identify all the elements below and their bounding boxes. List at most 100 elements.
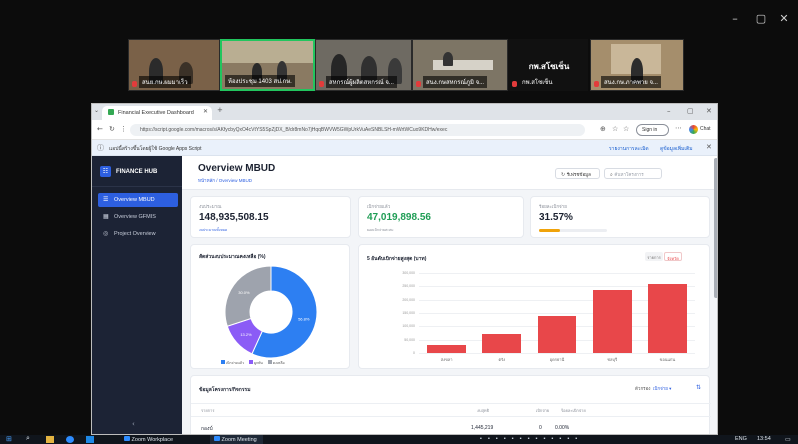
bar[interactable] — [482, 333, 522, 353]
bookmarks-icon[interactable]: ☆ — [623, 125, 629, 133]
participant-tile[interactable]: สหกรณ์ผู้ผลิตสหกรณ์ จ... — [315, 39, 412, 91]
target-icon: ◎ — [103, 230, 109, 237]
report-abuse-link[interactable]: รายงานการละเมิด — [609, 145, 649, 153]
search-input[interactable]: ⌕ ค้นหาโครงการ — [604, 168, 662, 179]
back-icon[interactable]: ← — [97, 125, 103, 133]
signin-label: Sign in — [642, 127, 658, 133]
reload-icon[interactable]: ↻ — [109, 125, 115, 133]
kpi-card-disbursed: เบิกจ่ายแล้ว 47,019,898.56 ยอดเบิกจ่ายสะ… — [358, 196, 524, 238]
bookmark-star-icon[interactable]: ☆ — [612, 125, 618, 133]
legend-swatch — [221, 360, 225, 364]
progress-track — [539, 229, 607, 232]
bar[interactable] — [427, 345, 466, 353]
column-header[interactable]: เบิกจ่าย — [536, 407, 549, 414]
participant-name: สนย.กษ.ผมมาเร็ว — [139, 76, 191, 88]
taskbar-app-label: Zoom Meeting — [221, 437, 257, 443]
search-taskbar-icon[interactable]: ⌕ — [26, 435, 30, 443]
file-explorer-icon[interactable] — [46, 436, 54, 443]
more-menu-icon[interactable]: ⋯ — [675, 124, 682, 132]
clock[interactable]: 13:54 — [757, 436, 771, 444]
x-tick-label: ตรัง — [498, 357, 506, 362]
start-icon[interactable]: ⊞ — [6, 435, 12, 443]
sidebar-item-overview-gfmis[interactable]: ▦ Overview GFMIS — [98, 210, 178, 224]
taskbar-app-zoom-workplace[interactable]: Zoom Workplace — [124, 436, 173, 444]
donut-slice-label: 13.2% — [240, 332, 252, 337]
close-button[interactable]: ✕ — [776, 12, 792, 25]
legend-label: เบิกจ่ายแล้ว — [225, 361, 244, 365]
browser-tab[interactable]: Financial Executive Dashboard ✕ — [102, 106, 212, 120]
dismiss-banner-icon[interactable]: ✕ — [706, 143, 712, 151]
sidebar-item-overview-mbud[interactable]: ☰ Overview MBUD — [98, 193, 178, 207]
column-header[interactable]: รายการ — [201, 407, 215, 414]
x-tick-label: ชลบุรี — [607, 357, 618, 362]
donut-slice[interactable] — [224, 265, 272, 327]
participant-name: กพ.สโซเซ็น — [522, 80, 553, 86]
column-header[interactable]: งบสุทธิ — [477, 407, 489, 414]
language-indicator[interactable]: ENG — [735, 436, 747, 444]
toggle-province-button[interactable]: จังหวัด — [664, 252, 682, 261]
project-table-card: ข้อมูลโครงการ/กิจกรรม ตัวกรอง เบิกจ่าย ▾… — [190, 375, 711, 434]
participant-name-large: กพ.สโซเซ็น — [528, 62, 570, 71]
kpi-card-budget: งบประมาณ 148,935,508.15 งบประมาณทั้งหมด — [190, 196, 351, 238]
tray-icons[interactable]: ▪▪▪▪▪▪▪▪▪▪▪▪▪ — [480, 436, 583, 444]
desktop: – ▢ ✕ สนย.กษ.ผมมาเร็ว ห้องประชุม 1403 สป… — [0, 0, 798, 444]
zoom-icon[interactable]: ⊕ — [600, 125, 606, 133]
participant-tile[interactable]: สนย.กษ.ผมมาเร็ว — [128, 39, 220, 91]
kpi-sub: ยอดเบิกจ่ายสะสม — [367, 228, 394, 232]
learn-more-link[interactable]: ดูข้อมูลเพิ่มเติม — [660, 145, 693, 153]
main-content: Overview MBUD หน้าหลัก / Overview MBUD ↻… — [182, 156, 717, 434]
chat-label[interactable]: Chat — [700, 126, 711, 132]
breadcrumb[interactable]: หน้าหลัก / Overview MBUD — [198, 177, 252, 184]
table-row[interactable]: กองบ์ 1,445,219 0 0.00% — [191, 422, 711, 434]
grid-icon: ▦ — [103, 213, 109, 220]
signin-button[interactable]: Sign in — [636, 124, 669, 136]
x-tick-label: ขอนแก่น — [659, 357, 676, 362]
close-browser-icon[interactable]: ✕ — [706, 107, 712, 115]
tab-menu-icon[interactable]: ⌄ — [94, 107, 99, 114]
sidebar-item-label: Overview MBUD — [114, 197, 155, 203]
column-header[interactable]: ร้อยละเบิกจ่าย — [561, 407, 586, 414]
maximize-button[interactable]: ▢ — [753, 12, 769, 25]
participant-tile-active[interactable]: ห้องประชุม 1403 สป.กษ. — [220, 39, 315, 91]
info-text: แอปนี้สร้างขึ้นโดยผู้ใช้ Google Apps Scr… — [109, 146, 202, 152]
participant-tile-nocam[interactable]: กพ.สโซเซ็น กพ.สโซเซ็น — [508, 39, 588, 91]
brand-logo-icon: ☷ — [100, 166, 111, 177]
bar[interactable] — [537, 316, 577, 353]
participant-tile[interactable]: สนง.กษสหกรณ์ภูมิ จ... — [412, 39, 508, 91]
toggle-list-button[interactable]: รายการ — [645, 252, 663, 261]
new-tab-icon[interactable]: + — [217, 106, 223, 114]
zoom-icon — [214, 436, 220, 441]
tab-title: Financial Executive Dashboard — [118, 110, 194, 116]
participant-tile[interactable]: สนง.กษ.ภาคพาย จ... — [590, 39, 684, 91]
taskbar-app-zoom-meeting[interactable]: Zoom Meeting — [210, 435, 263, 444]
browser-window: ⌄ Financial Executive Dashboard ✕ + – ▢ … — [91, 103, 718, 435]
zoom-app-icon[interactable] — [66, 436, 74, 443]
page-title: Overview MBUD — [198, 163, 276, 174]
refresh-button[interactable]: ↻ รีเฟรชข้อมูล — [555, 168, 600, 179]
bar-plot-area: 300,000 250,000 200,000 150,000 100,000 50,00… — [393, 271, 703, 362]
bar[interactable] — [592, 290, 632, 353]
page-scrollbar[interactable] — [714, 158, 717, 298]
participant-name: สหกรณ์ผู้ผลิตสหกรณ์ จ... — [326, 76, 397, 88]
sidebar-item-project-overview[interactable]: ◎ Project Overview — [98, 227, 178, 241]
notifications-icon[interactable]: ▭ — [785, 436, 791, 444]
refresh-label: รีเฟรชข้อมูล — [566, 172, 591, 177]
maximize-browser-icon[interactable]: ▢ — [687, 107, 694, 115]
kpi-value: 148,935,508.15 — [199, 212, 269, 223]
apps-script-icon — [108, 109, 114, 115]
sort-icon[interactable]: ⇅ — [696, 384, 701, 391]
url-field[interactable]: https://script.google.com/macros/s/AKfyc… — [130, 124, 585, 136]
filter-dropdown[interactable]: เบิกจ่าย ▾ — [653, 385, 671, 392]
tab-close-icon[interactable]: ✕ — [203, 108, 208, 115]
minimize-browser-icon[interactable]: – — [667, 107, 671, 115]
taskbar-app-label: Zoom Workplace — [131, 437, 173, 443]
collapse-sidebar-icon[interactable]: ‹ — [132, 420, 135, 428]
gemini-icon[interactable] — [689, 125, 698, 134]
bar[interactable] — [648, 283, 687, 353]
bar-chart-title: 5 อันดับเบิกจ่ายสูงสุด (บาท) — [367, 256, 427, 262]
site-info-icon[interactable]: ⋮ — [120, 125, 127, 133]
browser-app-icon[interactable] — [86, 436, 94, 443]
minimize-button[interactable]: – — [727, 12, 743, 25]
legend-swatch — [267, 360, 272, 364]
donut-chart: 56.8% 13.2% 30.0% — [224, 265, 318, 359]
